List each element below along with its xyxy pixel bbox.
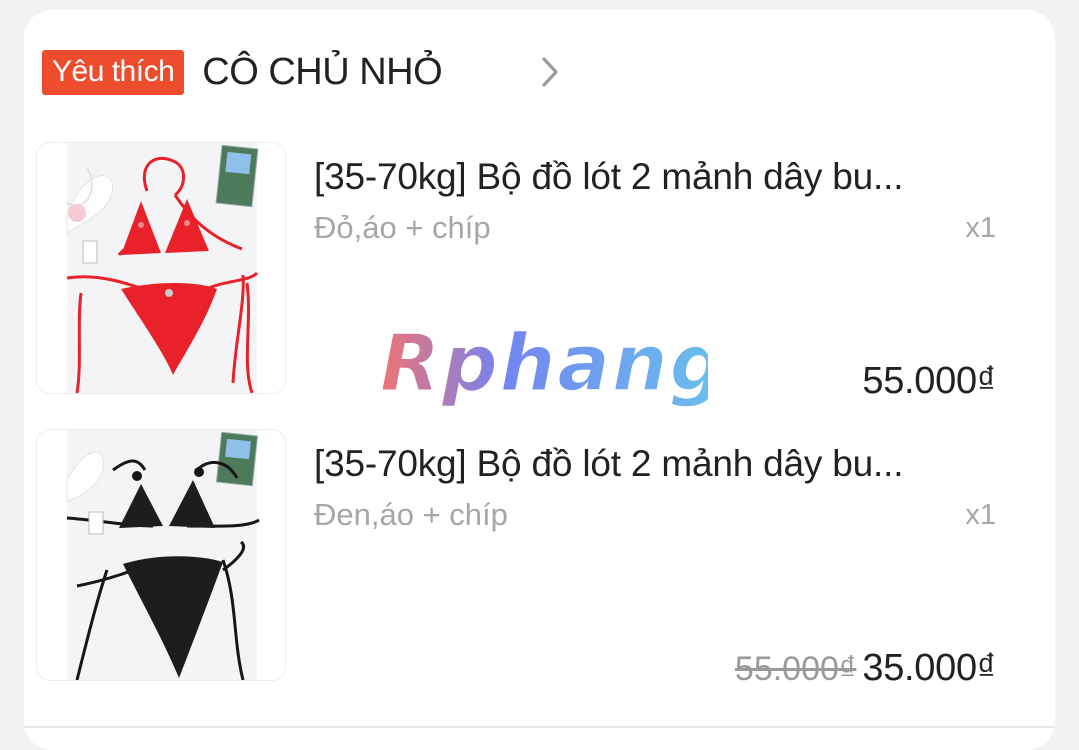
price-row: 55.000₫ (862, 360, 996, 403)
favorite-shop-badge: Yêu thích (42, 49, 185, 95)
product-title[interactable]: [35-70kg] Bộ đồ lót 2 mảnh dây bu... (314, 441, 1014, 487)
section-divider (24, 726, 1055, 728)
product-variant: Đỏ,áo + chíp (314, 210, 491, 245)
order-item[interactable]: [35-70kg] Bộ đồ lót 2 mảnh dây bu... Đen… (36, 429, 996, 691)
product-variant: Đen,áo + chíp (314, 497, 508, 532)
watermark-text: Rphang (380, 319, 708, 409)
shop-name[interactable]: CÔ CHỦ NHỎ (202, 50, 442, 94)
watermark: Rphang (378, 318, 726, 418)
product-thumbnail[interactable] (36, 429, 286, 681)
product-price: 35.000₫ (862, 647, 996, 689)
price-row: 55.000₫ 35.000₫ (735, 647, 996, 690)
product-quantity: x1 (965, 499, 996, 531)
shop-header[interactable]: Yêu thích CÔ CHỦ NHỎ (42, 48, 443, 96)
product-price: 55.000₫ (862, 360, 996, 402)
product-title[interactable]: [35-70kg] Bộ đồ lót 2 mảnh dây bu... (314, 154, 1014, 200)
product-quantity: x1 (965, 212, 996, 244)
original-price: 55.000₫ (734, 650, 857, 688)
product-thumbnail[interactable] (36, 142, 286, 394)
chevron-right-icon[interactable] (534, 54, 566, 90)
